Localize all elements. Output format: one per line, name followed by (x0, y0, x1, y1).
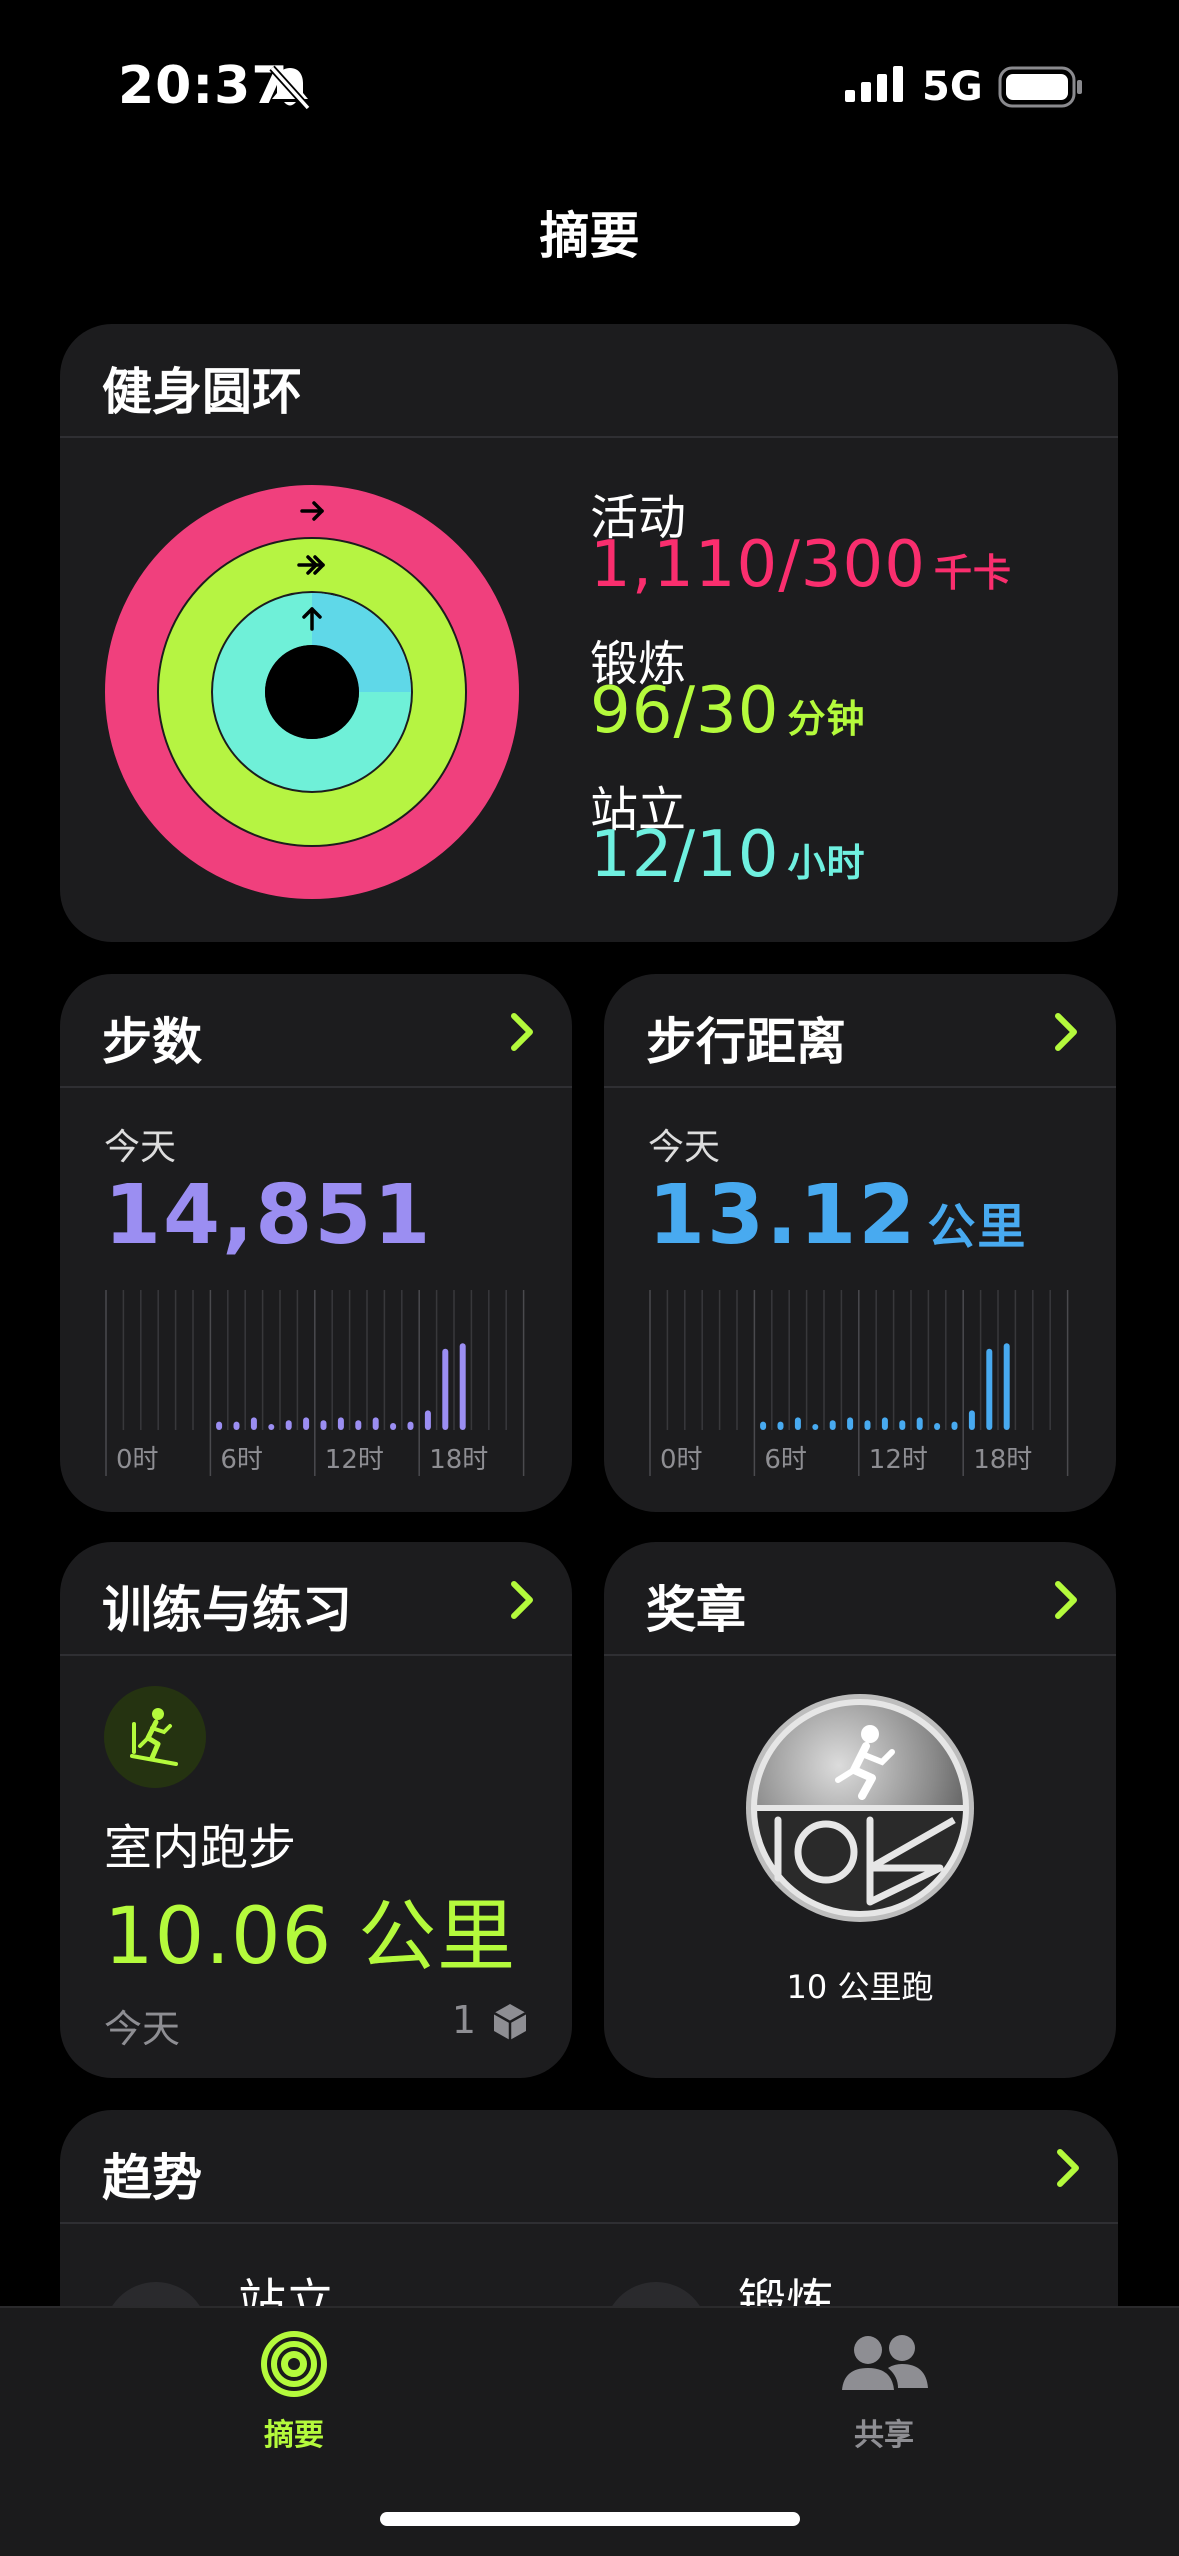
steps-value: 14,851 (104, 1168, 433, 1263)
chart-bar (916, 1417, 923, 1430)
card-header: 训练与练习 (60, 1542, 572, 1656)
chart-tick-label: 12时 (869, 1445, 928, 1475)
battery-icon (998, 66, 1082, 108)
chart-bar (233, 1421, 240, 1430)
workouts-card[interactable]: 训练与练习 室内跑步 10.06 公里 今天 1 (60, 1542, 572, 2078)
chart-bar (934, 1423, 941, 1430)
card-title: 训练与练习 (102, 1581, 352, 1639)
summary-rings-icon (261, 2331, 327, 2397)
move-value: 1,110/300 千卡 (590, 528, 1012, 602)
chart-bar (1003, 1343, 1010, 1430)
distance-card[interactable]: 步行距离 今天 13.12 公里 0时 6时 12时 18时 (604, 974, 1116, 1512)
period-label: 今天 (648, 1127, 721, 1168)
card-title: 健身圆环 (102, 363, 302, 421)
chart-bar (829, 1420, 836, 1430)
page-title: 摘要 (539, 207, 640, 265)
chart-bar (986, 1348, 993, 1430)
chart-bar (355, 1420, 362, 1430)
treadmill-icon (104, 1686, 206, 1788)
chart-bar (864, 1420, 871, 1430)
chart-bar (777, 1421, 784, 1430)
workout-value: 10.06 公里 (104, 1892, 517, 1982)
workout-date: 今天 (104, 2007, 181, 2051)
card-header: 健身圆环 (60, 324, 1118, 438)
tab-label: 共享 (854, 2418, 914, 2453)
card-title: 奖章 (646, 1581, 746, 1639)
distance-value: 13.12 公里 (648, 1168, 1028, 1263)
chart-bar (337, 1417, 344, 1430)
chevron-right-icon[interactable] (1050, 1010, 1080, 1054)
chart-bar (760, 1421, 767, 1430)
chart-bar (216, 1421, 223, 1430)
chart-tick-label: 0时 (116, 1445, 159, 1475)
chart-bar (250, 1417, 257, 1430)
tab-summary[interactable]: 摘要 (194, 2328, 394, 2454)
chart-bar (794, 1417, 801, 1430)
chart-bar (268, 1424, 275, 1430)
chart-bar (459, 1343, 466, 1430)
chart-bar (372, 1417, 379, 1430)
chevron-right-icon[interactable] (506, 1578, 536, 1622)
card-header: 趋势 (60, 2110, 1118, 2224)
chart-tick-label: 12时 (325, 1445, 384, 1475)
chart-tick-label: 6时 (764, 1445, 807, 1475)
period-label: 今天 (104, 1127, 177, 1168)
card-header: 奖章 (604, 1542, 1116, 1656)
activity-rings-chart (105, 485, 519, 899)
chart-bar (899, 1420, 906, 1430)
chart-bar (303, 1417, 310, 1430)
chart-bar (847, 1417, 854, 1430)
stand-value: 12/10 小时 (590, 818, 866, 892)
chart-bar (951, 1421, 958, 1430)
bell-slash-icon (269, 65, 311, 111)
chart-bar (881, 1417, 888, 1430)
medal-10k-run-icon (746, 1694, 974, 1922)
cube-icon (493, 2004, 527, 2040)
chart-bar (285, 1420, 292, 1430)
card-title: 步行距离 (646, 1013, 846, 1071)
steps-hourly-chart: 0时 6时 12时 18时 (105, 1290, 525, 1476)
award-label: 10 公里跑 (786, 1968, 934, 2006)
workout-name: 室内跑步 (104, 1820, 297, 1876)
home-indicator[interactable] (380, 2512, 800, 2526)
chevron-right-icon[interactable] (1050, 1578, 1080, 1622)
card-header: 步行距离 (604, 974, 1116, 1088)
signal-icon (845, 66, 903, 102)
exercise-value: 96/30 分钟 (590, 674, 866, 748)
chart-tick-label: 0时 (660, 1445, 703, 1475)
chevron-right-icon[interactable] (506, 1010, 536, 1054)
tab-label: 摘要 (264, 2418, 324, 2453)
distance-hourly-chart: 0时 6时 12时 18时 (649, 1290, 1069, 1476)
sharing-people-icon (842, 2335, 928, 2390)
chart-bar (390, 1423, 397, 1430)
chevron-right-icon[interactable] (1052, 2146, 1082, 2190)
chart-tick-label: 18时 (429, 1445, 488, 1475)
chart-bar (407, 1421, 414, 1430)
status-time: 20:37 (118, 56, 289, 116)
card-header: 步数 (60, 974, 572, 1088)
workout-count: 1 (451, 1998, 476, 2042)
chart-bar (812, 1424, 819, 1430)
chart-bar (442, 1348, 449, 1430)
card-title: 趋势 (102, 2149, 202, 2207)
chart-bar (424, 1410, 431, 1430)
tab-sharing[interactable]: 共享 (784, 2328, 984, 2454)
card-title: 步数 (102, 1013, 202, 1071)
status-bar: 20:37 5G (0, 0, 1179, 170)
chart-bar (320, 1420, 327, 1430)
awards-card[interactable]: 奖章 10 公里跑 (604, 1542, 1116, 2078)
network-type: 5G (922, 64, 983, 110)
steps-card[interactable]: 步数 今天 14,851 0时 6时 12时 18时 (60, 974, 572, 1512)
chart-tick-label: 6时 (220, 1445, 263, 1475)
chart-tick-label: 18时 (973, 1445, 1032, 1475)
chart-bar (968, 1410, 975, 1430)
